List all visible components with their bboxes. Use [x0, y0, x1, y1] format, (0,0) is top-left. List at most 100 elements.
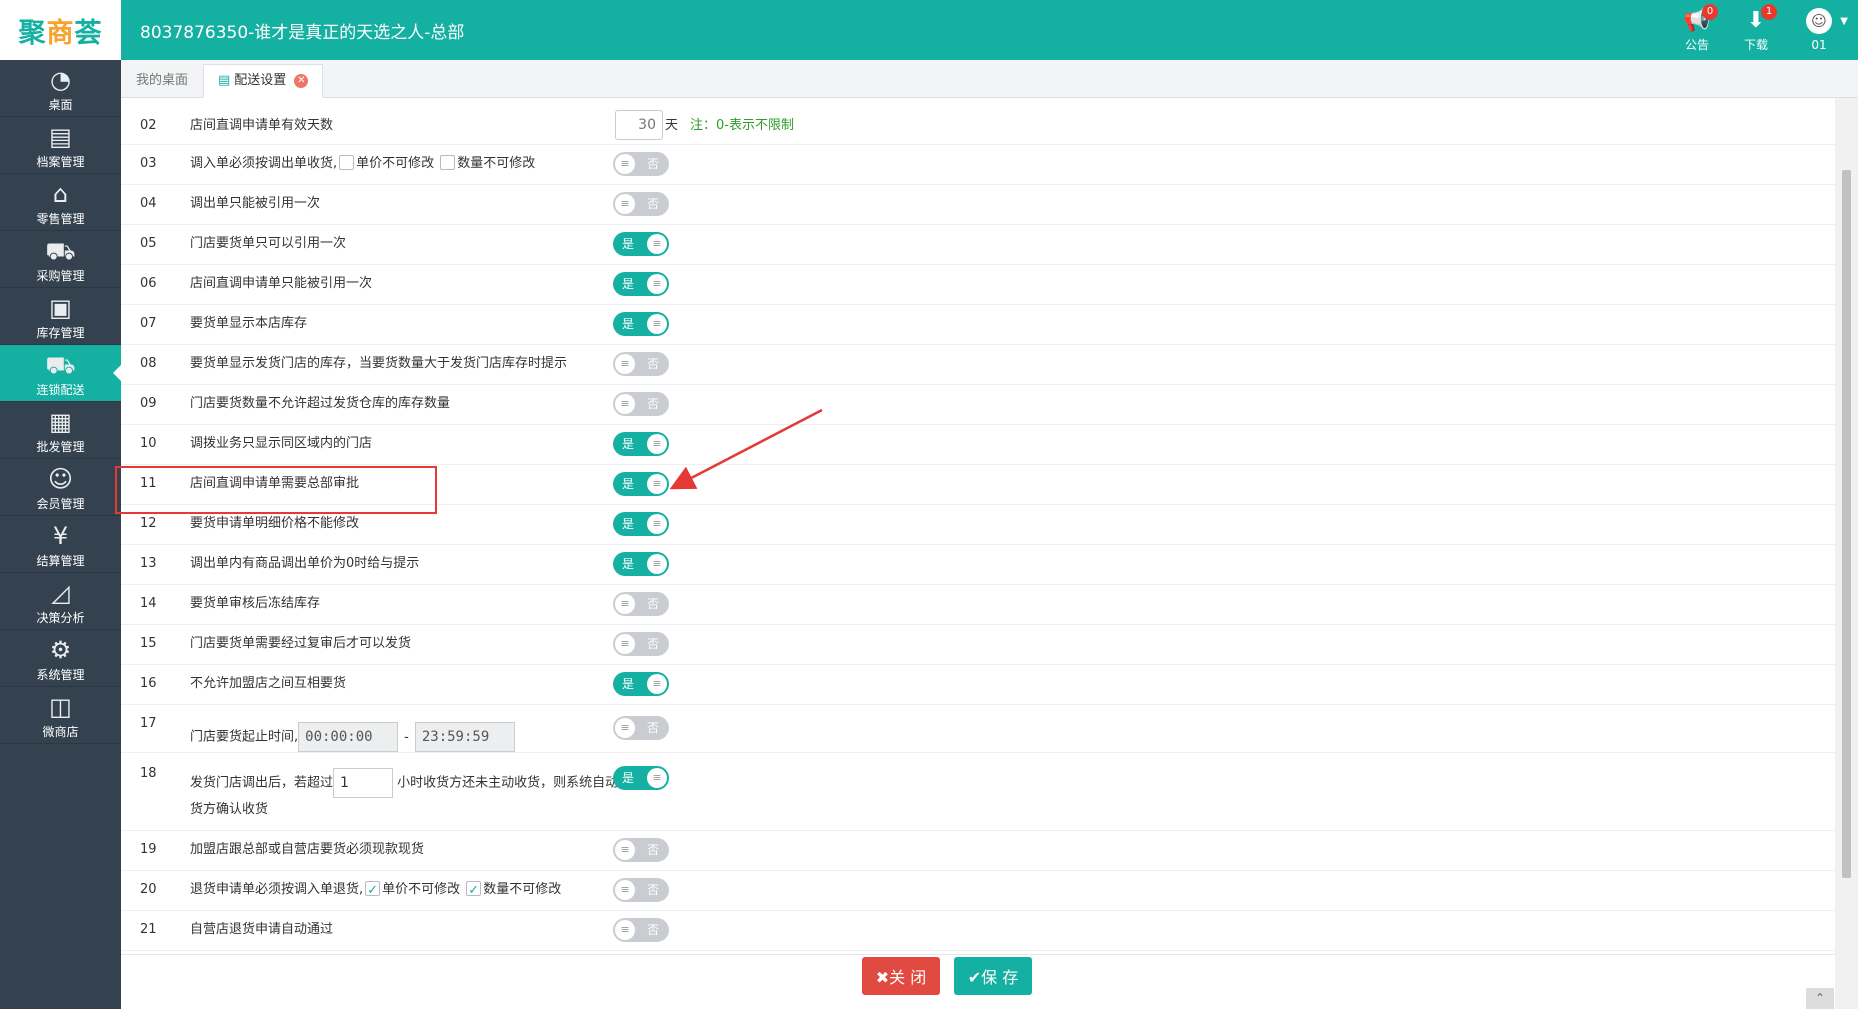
setting-row: 06 店间直调申请单只能被引用一次是 ≡	[121, 264, 1835, 304]
setting-toggle[interactable]: 是 ≡	[613, 766, 669, 790]
setting-toggle[interactable]: 否 ≡	[613, 592, 669, 616]
setting-toggle-wrap: 否 ≡	[613, 878, 669, 902]
toggle-state-label: 是	[622, 677, 635, 691]
toggle-knob-icon: ≡	[647, 474, 667, 494]
end-time-input[interactable]: 23:59:59	[414, 722, 515, 752]
sidebar-item-gear[interactable]: ⚙ 系统管理	[0, 630, 121, 687]
sidebar-item-cart[interactable]: ⛟ 采购管理	[0, 231, 121, 288]
setting-row: 19 加盟店跟总部或自营店要货必须现款现货否 ≡	[121, 830, 1835, 870]
start-time-input[interactable]: 00:00:00	[298, 722, 399, 752]
setting-number: 19	[140, 842, 157, 857]
setting-number: 09	[140, 396, 157, 411]
setting-toggle[interactable]: 是 ≡	[613, 232, 669, 256]
vertical-scrollbar[interactable]	[1835, 98, 1858, 1009]
scrollbar-thumb[interactable]	[1842, 170, 1851, 878]
toggle-knob-icon: ≡	[647, 554, 667, 574]
inventory-icon: ▣	[49, 294, 72, 322]
toggle-knob-icon: ≡	[615, 920, 635, 940]
toggle-knob-icon: ≡	[647, 514, 667, 534]
setting-text: 调拨业务只显示同区域内的门店	[190, 436, 373, 451]
setting-toggle[interactable]: 否 ≡	[613, 392, 669, 416]
toggle-state-label: 否	[646, 883, 659, 897]
setting-text: 要货单显示发货门店的库存，当要货数量大于发货门店库存时提示	[190, 356, 568, 371]
setting-description: 自营店退货申请自动通过	[190, 918, 650, 941]
sidebar-item-settlement[interactable]: ¥ 结算管理	[0, 516, 121, 573]
toggle-state-label: 是	[622, 237, 635, 251]
setting-number: 12	[140, 516, 157, 531]
checkbox-qty-locked[interactable]	[440, 155, 456, 170]
setting-description: 门店要货起止时间, 00:00:00-23:59:59	[190, 722, 650, 752]
toggle-state-label: 否	[646, 597, 659, 611]
toggle-knob-icon: ≡	[615, 354, 635, 374]
sidebar-item-store[interactable]: ⌂ 零售管理	[0, 174, 121, 231]
setting-toggle[interactable]: 是 ≡	[613, 512, 669, 536]
setting-toggle[interactable]: 是 ≡	[613, 312, 669, 336]
setting-toggle[interactable]: 是 ≡	[613, 552, 669, 576]
setting-toggle-wrap: 否 ≡	[613, 392, 669, 416]
setting-number: 02	[140, 118, 157, 133]
toggle-state-label: 是	[622, 557, 635, 571]
setting-description: 调拨业务只显示同区域内的门店	[190, 432, 650, 455]
toggle-knob-icon: ≡	[615, 594, 635, 614]
document-icon: ▤	[218, 73, 231, 88]
setting-toggle[interactable]: 是 ≡	[613, 432, 669, 456]
sidebar-item-label: 系统管理	[36, 668, 85, 682]
top-header: 聚商荟 8037876350-谁才是真正的天选之人-总部 📢 公告 0 ⬇ 下载…	[0, 0, 1858, 60]
toggle-state-label: 是	[622, 517, 635, 531]
setting-toggle[interactable]: 是 ≡	[613, 672, 669, 696]
tab-my-desktop[interactable]: 我的桌面	[121, 64, 203, 98]
setting-toggle[interactable]: 是 ≡	[613, 272, 669, 296]
close-button[interactable]: ✖关 闭	[862, 957, 940, 995]
notice-button[interactable]: 📢 公告 0	[1672, 4, 1722, 53]
setting-text: 退货申请单必须按调入单退货,	[190, 882, 364, 897]
setting-toggle[interactable]: 否 ≡	[613, 716, 669, 740]
setting-toggle[interactable]: 否 ≡	[613, 838, 669, 862]
sidebar-item-label: 微商店	[42, 725, 79, 739]
setting-row: 09 门店要货数量不允许超过发货仓库的库存数量 否 ≡	[121, 384, 1835, 424]
tab-delivery-settings[interactable]: ▤ 配送设置 ✕	[203, 64, 324, 98]
user-menu[interactable]: ☺ 01 ▼	[1794, 8, 1848, 52]
setting-toggle[interactable]: 否 ≡	[613, 878, 669, 902]
checkbox-label: 单价不可修改	[356, 156, 435, 171]
valid-days-input[interactable]: 30	[615, 110, 663, 140]
setting-toggle[interactable]: 是 ≡	[613, 472, 669, 496]
valid-days-control: 30 天注：0-表示不限制	[615, 110, 794, 140]
setting-description: 店间直调申请单有效天数	[190, 114, 650, 137]
wholesale-icon: ▦	[49, 408, 72, 436]
sidebar-item-label: 采购管理	[36, 269, 85, 283]
sidebar-item-member[interactable]: ☺ 会员管理	[0, 459, 121, 516]
setting-row: 07 要货单显示本店库存是 ≡	[121, 304, 1835, 344]
setting-toggle[interactable]: 否 ≡	[613, 152, 669, 176]
setting-row: 05 门店要货单只可以引用一次是 ≡	[121, 224, 1835, 264]
setting-text: 发货门店调出后，若超过	[190, 775, 334, 791]
checkbox-price-locked[interactable]	[339, 155, 355, 170]
setting-toggle[interactable]: 否 ≡	[613, 918, 669, 942]
sidebar-item-chart[interactable]: ◿ 决策分析	[0, 573, 121, 630]
checkbox-qty-locked[interactable]	[466, 879, 482, 902]
setting-toggle-wrap: 是 ≡	[613, 672, 669, 696]
sidebar-item-archive[interactable]: ▤ 档案管理	[0, 117, 121, 174]
setting-toggle[interactable]: 否 ≡	[613, 192, 669, 216]
sidebar-item-dashboard[interactable]: ◔ 桌面	[0, 60, 121, 117]
checkbox-price-locked[interactable]	[365, 879, 381, 902]
setting-text: 门店要货数量不允许超过发货仓库的库存数量	[190, 396, 451, 411]
setting-toggle[interactable]: 否 ≡	[613, 352, 669, 376]
sidebar-item-wholesale[interactable]: ▦ 批发管理	[0, 402, 121, 459]
setting-text: 门店要货单只可以引用一次	[190, 236, 347, 251]
setting-number: 20	[140, 882, 157, 897]
footer-bar: ✖关 闭 ✔保 存	[121, 954, 1835, 1009]
setting-row: 02 店间直调申请单有效天数 30 天注：0-表示不限制	[121, 104, 1835, 144]
setting-description: 门店要货单只可以引用一次	[190, 232, 650, 255]
scroll-top-button[interactable]: ⌃	[1806, 988, 1834, 1009]
save-button[interactable]: ✔保 存	[954, 957, 1032, 995]
sidebar-item-inventory[interactable]: ▣ 库存管理	[0, 288, 121, 345]
sidebar: ◔ 桌面 ▤ 档案管理 ⌂ 零售管理 ⛟ 采购管理 ▣ 库存管理 ⛟ 连锁配送 ▦ 批发管理 ☺ 会员管理 ¥ 结…	[0, 60, 121, 1009]
hours-input[interactable]: 1	[333, 768, 394, 798]
setting-toggle[interactable]: 否 ≡	[613, 632, 669, 656]
toggle-state-label: 否	[646, 923, 659, 937]
sidebar-item-shop-bag[interactable]: ◫ 微商店	[0, 687, 121, 744]
close-tab-icon[interactable]: ✕	[294, 73, 309, 88]
sidebar-item-truck[interactable]: ⛟ 连锁配送	[0, 345, 121, 402]
download-button[interactable]: ⬇ 下载 1	[1731, 4, 1781, 53]
logo: 聚商荟	[0, 0, 121, 60]
